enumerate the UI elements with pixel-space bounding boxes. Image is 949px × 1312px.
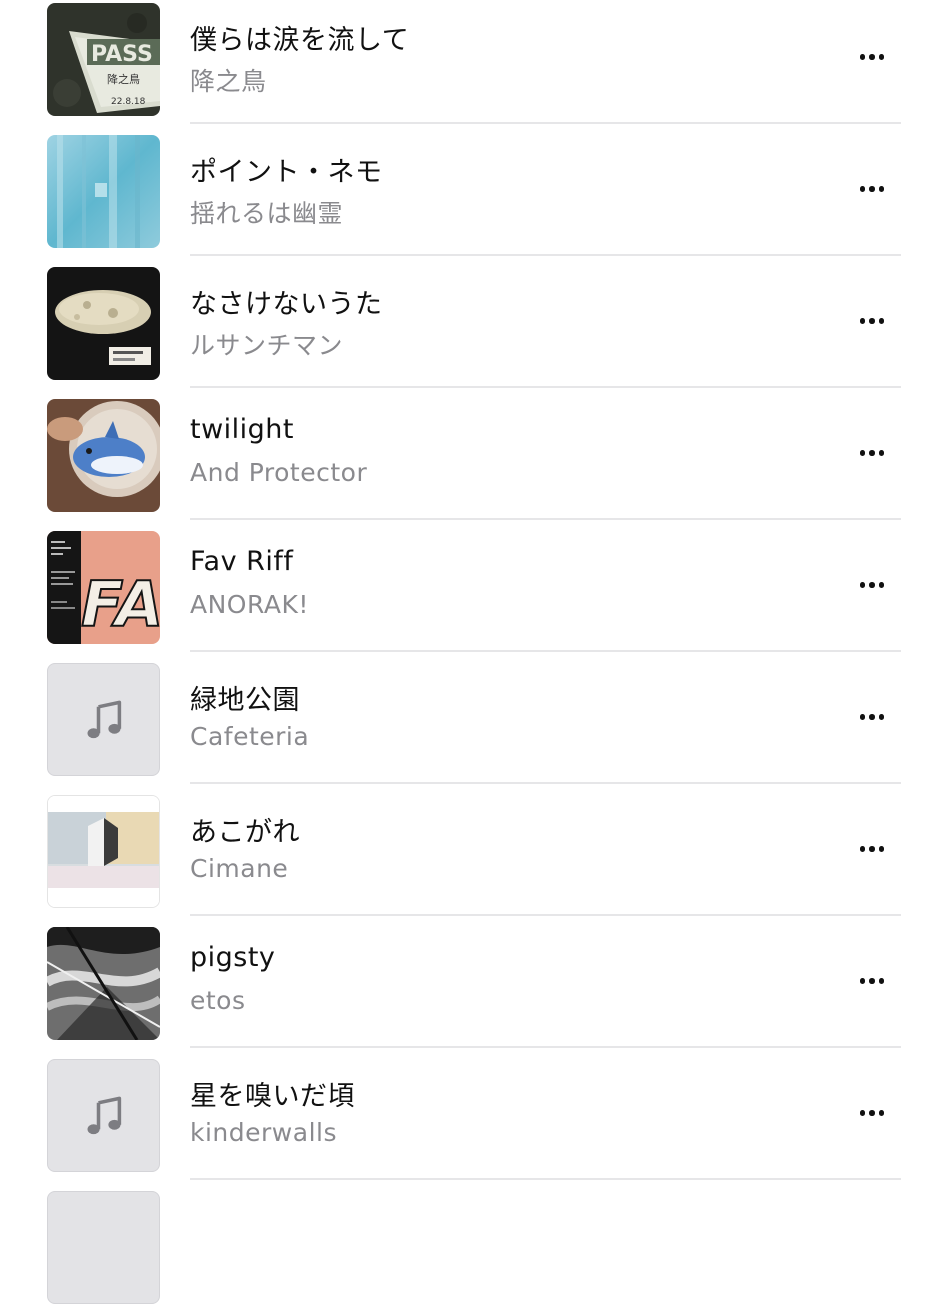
ellipsis-dot (878, 450, 885, 456)
track-title: ポイント・ネモ (190, 157, 383, 188)
music-note-icon (87, 700, 121, 738)
ellipsis-dot (869, 978, 875, 984)
track-row[interactable]: pigsty etos (0, 916, 949, 1048)
track-title: Fav Riff (190, 546, 294, 577)
ellipsis-dot (878, 1110, 885, 1116)
bw-texture-artwork (47, 927, 160, 1040)
ellipsis-icon (859, 186, 866, 192)
ellipsis-dot (869, 450, 875, 456)
track-row[interactable]: 星を嗅いだ頃 kinderwalls (0, 1048, 949, 1180)
track-title: 僕らは涙を流して (190, 25, 410, 56)
track-row[interactable]: ポイント・ネモ 揺れるは幽霊 (0, 124, 949, 256)
ellipsis-dot (869, 846, 875, 852)
more-options-button[interactable] (848, 440, 896, 466)
more-options-button[interactable] (848, 572, 896, 598)
track-row[interactable]: 緑地公園 Cafeteria (0, 652, 949, 784)
ellipsis-dot (878, 714, 885, 720)
ellipsis-icon (859, 714, 866, 720)
track-row[interactable]: twilight And Protector (0, 388, 949, 520)
track-artist: 揺れるは幽霊 (190, 199, 344, 228)
track-title: twilight (190, 414, 295, 445)
track-title: あこがれ (190, 817, 300, 848)
ellipsis-icon (859, 978, 866, 984)
ellipsis-dot (878, 54, 885, 60)
ellipsis-dot (869, 582, 875, 588)
ellipsis-dot (869, 1110, 875, 1116)
track-list: PASS 降之鳥 22.8.18 僕らは涙を流して 降之鳥 ポイント・ネモ 揺れ… (0, 0, 949, 1312)
ellipsis-dot (878, 318, 885, 324)
ellipsis-dot (878, 582, 885, 588)
fossil-specimen-artwork (47, 267, 160, 380)
fav-poster-artwork: FAV (47, 531, 160, 644)
album-art (47, 927, 160, 1040)
shark-toy-artwork (47, 399, 160, 512)
album-art-placeholder (47, 1059, 160, 1172)
ellipsis-dot (878, 846, 885, 852)
more-options-button[interactable] (848, 836, 896, 862)
track-artist: 降之鳥 (190, 67, 267, 96)
track-row[interactable]: なさけないうた ルサンチマン (0, 256, 949, 388)
ellipsis-dot (869, 714, 875, 720)
more-options-button[interactable] (848, 308, 896, 334)
track-row[interactable]: あこがれ Cimane (0, 784, 949, 916)
ellipsis-dot (878, 978, 885, 984)
more-options-button[interactable] (848, 44, 896, 70)
track-title: なさけないうた (190, 289, 383, 320)
more-options-button[interactable] (848, 968, 896, 994)
track-artist: And Protector (190, 458, 368, 487)
album-art (47, 795, 160, 908)
album-art: PASS 降之鳥 22.8.18 (47, 3, 160, 116)
ellipsis-icon (859, 846, 866, 852)
track-title: pigsty (190, 942, 276, 973)
art-lettering: PASS (91, 42, 153, 67)
ellipsis-dot (878, 186, 885, 192)
track-row[interactable]: FAV Fav Riff ANORAK! (0, 520, 949, 652)
track-artist: ルサンチマン (190, 331, 344, 360)
ellipsis-dot (869, 54, 875, 60)
room-corner-artwork (48, 796, 159, 907)
album-art-placeholder (47, 663, 160, 776)
ellipsis-icon (859, 1110, 866, 1116)
track-artist: ANORAK! (190, 590, 309, 619)
pass-ticket-artwork: PASS 降之鳥 22.8.18 (47, 3, 160, 116)
track-row[interactable]: PASS 降之鳥 22.8.18 僕らは涙を流して 降之鳥 (0, 0, 949, 124)
ellipsis-dot (869, 186, 875, 192)
svg-text:22.8.18: 22.8.18 (111, 97, 146, 107)
ellipsis-icon (859, 582, 866, 588)
blue-watercolor-artwork (47, 135, 160, 248)
album-art-placeholder (47, 1191, 160, 1304)
track-title: 緑地公園 (190, 685, 300, 716)
track-title: 星を嗅いだ頃 (190, 1081, 355, 1112)
album-art (47, 267, 160, 380)
ellipsis-icon (859, 450, 866, 456)
track-artist: kinderwalls (190, 1118, 337, 1147)
music-note-icon (87, 1096, 121, 1134)
album-art (47, 135, 160, 248)
svg-text:降之鳥: 降之鳥 (107, 72, 140, 86)
album-art: FAV (47, 531, 160, 644)
more-options-button[interactable] (848, 176, 896, 202)
ellipsis-dot (869, 318, 875, 324)
track-artist: etos (190, 986, 246, 1015)
more-options-button[interactable] (848, 704, 896, 730)
track-artist: Cimane (190, 854, 289, 883)
track-artist: Cafeteria (190, 722, 310, 751)
art-lettering: FAV (81, 568, 160, 641)
more-options-button[interactable] (848, 1100, 896, 1126)
ellipsis-icon (859, 54, 866, 60)
album-art (47, 399, 160, 512)
ellipsis-icon (859, 318, 866, 324)
